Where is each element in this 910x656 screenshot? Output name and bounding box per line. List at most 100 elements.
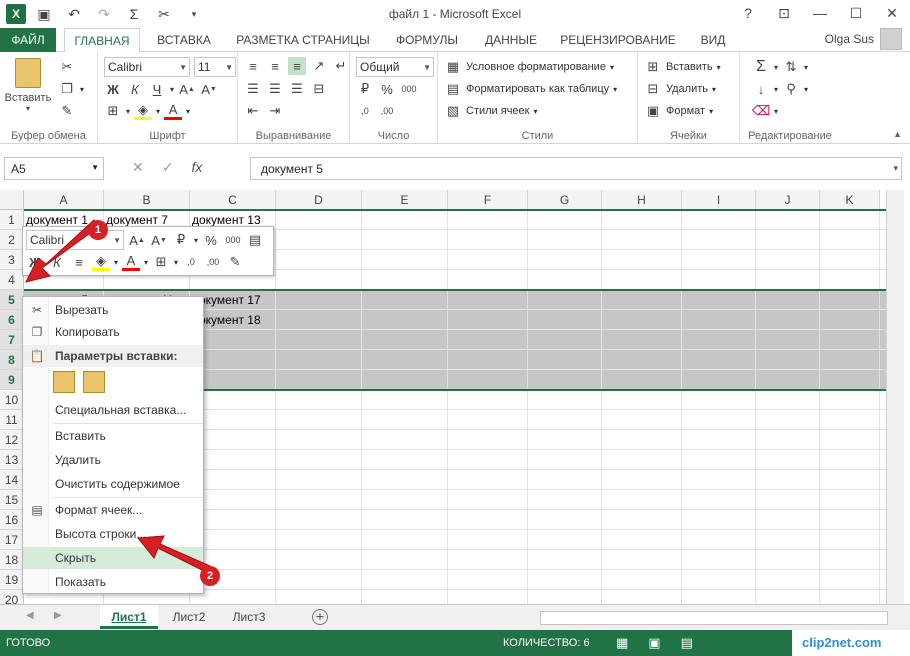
increase-indent-icon[interactable]: ⇥: [266, 102, 284, 120]
row-header-12[interactable]: 12: [0, 430, 24, 450]
sheet-tab-2[interactable]: Лист2: [162, 605, 216, 629]
mini-increase-font-icon[interactable]: A ▲: [128, 231, 146, 249]
tab-review[interactable]: РЕЦЕНЗИРОВАНИЕ: [556, 28, 680, 52]
row-header-4[interactable]: 4: [0, 270, 24, 290]
user-name[interactable]: Olga Sus: [825, 32, 874, 46]
orientation-icon[interactable]: ↗: [310, 57, 328, 75]
tab-page-layout[interactable]: РАЗМЕТКА СТРАНИЦЫ: [228, 28, 378, 52]
row-header-1[interactable]: 1: [0, 210, 24, 230]
close-icon[interactable]: ✕: [874, 0, 910, 26]
sheet-tab-1[interactable]: Лист1: [100, 605, 158, 629]
align-center-icon[interactable]: ☰: [266, 80, 284, 98]
menu-format-cells[interactable]: ▤ Формат ячеек...: [23, 499, 203, 521]
name-box[interactable]: A5 ▼: [4, 157, 104, 180]
row-header-9[interactable]: 9: [0, 370, 24, 390]
help-icon[interactable]: ?: [730, 0, 766, 26]
column-header-c[interactable]: C: [190, 190, 276, 210]
select-all-corner[interactable]: [0, 190, 24, 210]
mini-borders-icon[interactable]: ⊞: [152, 253, 170, 271]
percent-icon[interactable]: %: [378, 80, 396, 98]
row-header-17[interactable]: 17: [0, 530, 24, 550]
cell-styles-button[interactable]: ▧ Стили ячеек ▾: [444, 102, 538, 120]
currency-icon[interactable]: ₽: [356, 80, 374, 98]
mini-currency-icon[interactable]: ₽: [172, 231, 190, 249]
clear-icon[interactable]: ⌫: [752, 102, 770, 120]
cancel-icon[interactable]: ✕: [132, 159, 144, 176]
delete-cells-button[interactable]: ⊟ Удалить ▾: [644, 80, 716, 98]
fill-color-icon[interactable]: ◈: [134, 102, 153, 120]
row-header-8[interactable]: 8: [0, 350, 24, 370]
cell-c1[interactable]: документ 13: [190, 213, 261, 227]
row-header-11[interactable]: 11: [0, 410, 24, 430]
underline-icon[interactable]: Ч: [148, 80, 166, 98]
number-format-combo[interactable]: Общий ▼: [356, 57, 434, 77]
mini-increase-decimal-icon[interactable]: ,0: [182, 253, 200, 271]
minimize-icon[interactable]: —: [802, 0, 838, 26]
mini-format-table-icon[interactable]: ▤: [246, 231, 264, 249]
italic-icon[interactable]: К: [126, 80, 144, 98]
menu-insert[interactable]: Вставить: [23, 425, 203, 447]
row-header-20[interactable]: 20: [0, 590, 24, 604]
ribbon-display-icon[interactable]: ⊡: [766, 0, 802, 26]
decrease-decimal-icon[interactable]: ,00: [378, 102, 396, 120]
align-bottom-icon[interactable]: ≡: [288, 57, 306, 75]
fill-icon[interactable]: ↓: [752, 80, 770, 98]
sum-icon[interactable]: Σ: [752, 58, 770, 76]
row-header-19[interactable]: 19: [0, 570, 24, 590]
row-header-13[interactable]: 13: [0, 450, 24, 470]
align-right-icon[interactable]: ☰: [288, 80, 306, 98]
paste-button[interactable]: Вставить ▾: [4, 58, 52, 113]
format-cells-button[interactable]: ▣ Формат ▾: [644, 102, 713, 120]
column-header-a[interactable]: A: [24, 190, 104, 210]
cut-icon[interactable]: ✂: [58, 58, 76, 76]
row-header-16[interactable]: 16: [0, 510, 24, 530]
font-size-combo[interactable]: 11 ▼: [194, 57, 236, 77]
borders-icon[interactable]: ⊞: [104, 102, 122, 120]
cell-a1[interactable]: документ 1: [24, 213, 88, 227]
row-header-5[interactable]: 5: [0, 290, 24, 310]
increase-font-icon[interactable]: A ▲: [178, 80, 196, 98]
row-header-14[interactable]: 14: [0, 470, 24, 490]
row-header-2[interactable]: 2: [0, 230, 24, 250]
mini-percent-icon[interactable]: %: [202, 231, 220, 249]
column-header-h[interactable]: H: [602, 190, 682, 210]
mini-bold-icon[interactable]: Ж: [26, 253, 44, 271]
decrease-font-icon[interactable]: A ▼: [200, 80, 218, 98]
align-left-icon[interactable]: ☰: [244, 80, 262, 98]
find-icon[interactable]: ⚲: [782, 80, 800, 98]
column-header-f[interactable]: F: [448, 190, 528, 210]
tab-view[interactable]: ВИД: [692, 28, 734, 52]
expand-formula-icon[interactable]: ▾: [893, 163, 898, 174]
row-header-6[interactable]: 6: [0, 310, 24, 330]
enter-icon[interactable]: ✓: [162, 159, 174, 176]
font-name-combo[interactable]: Calibri ▼: [104, 57, 190, 77]
horizontal-scrollbar[interactable]: [540, 611, 888, 625]
column-header-d[interactable]: D: [276, 190, 362, 210]
menu-unhide[interactable]: Показать: [23, 571, 203, 593]
prev-sheet-icon[interactable]: ◀: [26, 610, 34, 621]
mini-fill-color-icon[interactable]: ◈: [92, 253, 110, 271]
font-color-icon[interactable]: A: [164, 102, 183, 120]
row-header-3[interactable]: 3: [0, 250, 24, 270]
add-sheet-icon[interactable]: +: [312, 609, 328, 625]
normal-view-icon[interactable]: ▦: [616, 635, 628, 651]
row-header-7[interactable]: 7: [0, 330, 24, 350]
menu-copy[interactable]: ❐ Копировать: [23, 321, 203, 343]
mini-align-icon[interactable]: ≡: [70, 253, 88, 271]
mini-italic-icon[interactable]: К: [48, 253, 66, 271]
page-break-view-icon[interactable]: ▤: [681, 635, 693, 651]
mini-font-color-icon[interactable]: A: [122, 253, 141, 271]
bold-icon[interactable]: Ж: [104, 80, 122, 98]
page-layout-view-icon[interactable]: ▣: [648, 635, 660, 651]
column-header-k[interactable]: K: [820, 190, 880, 210]
avatar[interactable]: [880, 28, 902, 50]
menu-clear-contents[interactable]: Очистить содержимое: [23, 473, 203, 495]
maximize-icon[interactable]: ☐: [838, 0, 874, 26]
column-header-j[interactable]: J: [756, 190, 820, 210]
copy-icon[interactable]: ❐: [58, 80, 76, 98]
formula-input[interactable]: документ 5: [250, 157, 902, 180]
row-header-10[interactable]: 10: [0, 390, 24, 410]
collapse-ribbon-icon[interactable]: ▲: [893, 129, 902, 139]
insert-cells-button[interactable]: ⊞ Вставить ▾: [644, 58, 721, 76]
mini-thousands-icon[interactable]: 000: [224, 231, 242, 249]
